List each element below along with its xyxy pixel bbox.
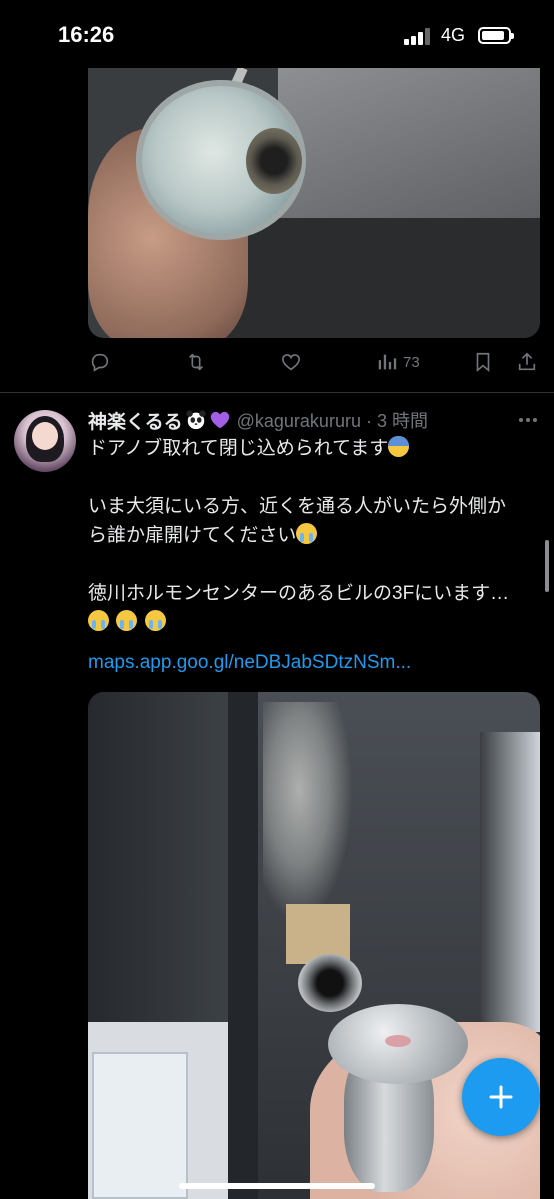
crying-face-icon bbox=[88, 610, 109, 631]
anxious-face-icon bbox=[388, 436, 410, 457]
panda-icon bbox=[186, 410, 206, 430]
tweet-photo-doorknob-removed[interactable] bbox=[88, 68, 540, 338]
tweet-line-2: いま大須にいる方、近くを通る人がいたら外側か bbox=[88, 496, 507, 517]
avatar[interactable] bbox=[14, 410, 76, 472]
views-button[interactable]: 73 bbox=[376, 346, 420, 378]
tweet-text: ドアノブ取れて閉じ込められてます いま大須にいる方、近くを通る人がいたら外側か … bbox=[88, 434, 538, 637]
purple-heart-icon bbox=[210, 411, 229, 429]
crying-face-icon bbox=[144, 610, 166, 631]
views-count: 73 bbox=[403, 353, 420, 371]
compose-plus-icon bbox=[489, 1085, 513, 1109]
status-time: 16:26 bbox=[58, 22, 115, 47]
views-icon bbox=[378, 354, 397, 370]
more-icon[interactable] bbox=[517, 412, 539, 428]
bookmark-button[interactable] bbox=[472, 346, 494, 378]
signal-icon bbox=[404, 27, 434, 45]
tweet-line-1: ドアノブ取れて閉じ込められてます bbox=[88, 438, 389, 459]
retweet-button[interactable] bbox=[185, 346, 207, 378]
network-type: 4G bbox=[441, 25, 466, 45]
reply-button[interactable] bbox=[89, 346, 111, 378]
battery-icon bbox=[478, 27, 514, 44]
maps-link[interactable]: maps.app.goo.gl/neDBJabSDtzNSm... bbox=[88, 652, 411, 674]
handle-and-time: @kagurakururu · 3 時間 bbox=[236, 411, 428, 431]
tweet-header: 神楽くるる @kagurakururu · 3 時間 bbox=[88, 406, 428, 434]
crying-face-icon bbox=[116, 610, 138, 631]
crying-face-icon bbox=[296, 523, 318, 544]
like-button[interactable] bbox=[280, 346, 302, 378]
share-button[interactable] bbox=[516, 346, 538, 378]
bookmark-icon bbox=[476, 352, 490, 373]
tweet-line-3: ら誰か扉開けてください bbox=[88, 525, 297, 546]
scroll-indicator[interactable] bbox=[545, 540, 549, 592]
tweet-divider bbox=[0, 392, 554, 393]
tweet-action-bar: 73 bbox=[0, 346, 554, 380]
status-bar: 16:26 4G bbox=[0, 0, 554, 68]
reply-icon bbox=[91, 353, 109, 372]
display-name[interactable]: 神楽くるる bbox=[88, 407, 183, 434]
like-icon bbox=[281, 354, 301, 371]
tweet-line-4: 徳川ホルモンセンターのあるビルの3Fにいます… bbox=[88, 583, 510, 604]
compose-button[interactable] bbox=[462, 1058, 540, 1136]
home-indicator[interactable] bbox=[179, 1183, 375, 1189]
share-icon bbox=[518, 352, 536, 371]
retweet-icon bbox=[188, 353, 204, 371]
